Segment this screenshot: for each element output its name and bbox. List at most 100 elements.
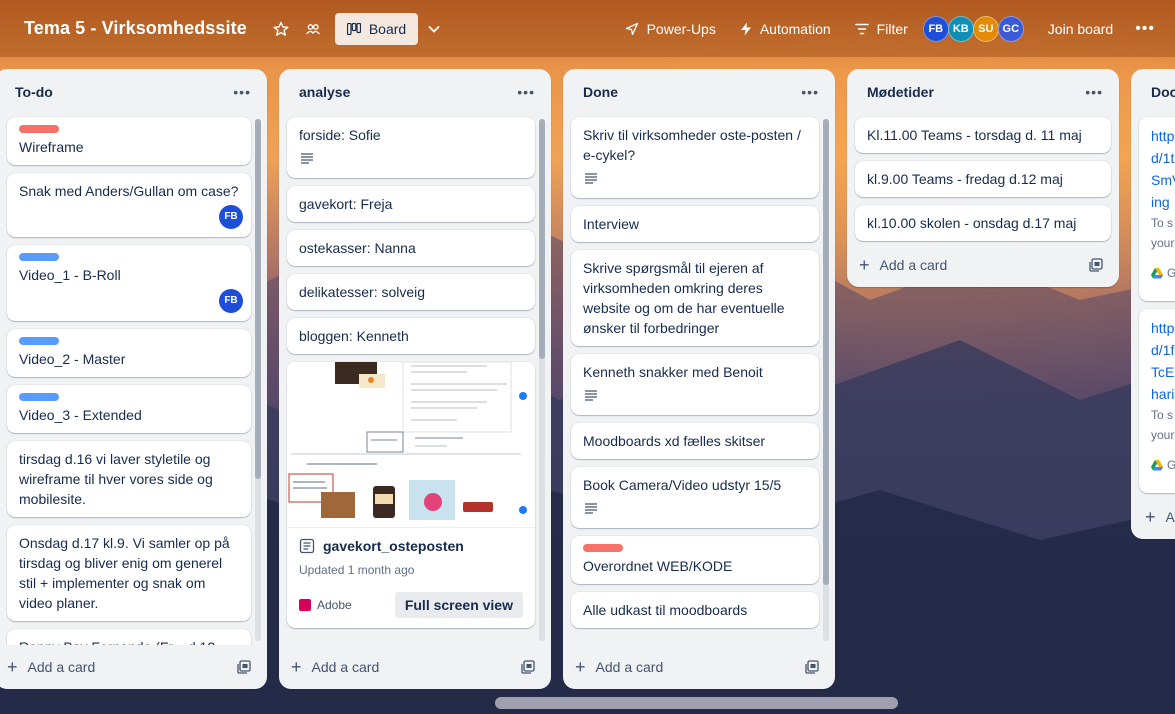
chevron-down-icon[interactable] [418,13,450,45]
avatar[interactable]: KB [947,15,974,42]
attachment-updated: Updated 1 month ago [299,563,415,577]
list-item[interactable]: Video_3 - Extended [7,385,251,433]
filter-button[interactable]: Filter [843,13,920,45]
list-item[interactable]: Skriv til virksomheder oste-posten / e-c… [571,117,819,198]
list-item[interactable]: http d/1f TcE hari To s your G [1139,309,1175,493]
doc-link[interactable]: http [1151,125,1175,147]
doc-link[interactable]: d/1f [1151,339,1175,361]
list-item[interactable]: Book Camera/Video udstyr 15/5 [571,467,819,528]
board-view-icon [346,22,361,35]
list-header: To-do ••• [0,69,267,115]
list-title[interactable]: Mødetider [867,84,934,100]
list-item[interactable]: Skrive spørgsmål til ejeren af virksomhe… [571,250,819,346]
add-card-button[interactable]: + Add a card [859,255,947,276]
list-item[interactable]: Ronny Bay Fernando (Fr... d 12 [7,629,251,645]
card-list: http d/1t SmV ing To s your G http d/1f … [1131,115,1175,495]
list-item[interactable]: Overordnet WEB/KODE [571,536,819,584]
doc-source: G [1151,263,1175,283]
list-menu-icon[interactable]: ••• [233,84,251,100]
full-screen-view-button[interactable]: Full screen view [394,592,523,618]
card-title: Kenneth snakker med Benoit [583,364,763,380]
list-item[interactable]: gavekort: Freja [287,186,535,222]
list-item[interactable]: bloggen: Kenneth [287,318,535,354]
workspace-visibility-icon[interactable] [297,13,329,45]
card-template-icon[interactable] [521,660,535,674]
list-item[interactable]: kl.9.00 Teams - fredag d.12 maj [855,161,1111,197]
list-item[interactable]: Interview [571,206,819,242]
list-footer: + A [1131,495,1175,539]
add-card-button[interactable]: + A [1145,507,1175,528]
list-item[interactable]: Onsdag d.17 kl.9. Vi samler op på tirsda… [7,525,251,621]
list-item[interactable]: Video_1 - B-Roll FB [7,245,251,321]
list-item[interactable]: Wireframe [7,117,251,165]
attachment-preview [287,362,535,528]
list-menu-icon[interactable]: ••• [517,84,535,100]
add-card-button[interactable]: + Add a card [291,657,379,678]
card-title: Overordnet WEB/KODE [583,558,733,574]
join-board-button[interactable]: Join board [1034,21,1127,37]
more-menu-icon[interactable]: ••• [1127,20,1163,38]
doc-link[interactable]: hari [1151,383,1175,405]
list-item[interactable]: Moodboards xd fælles skitser [571,423,819,459]
add-card-button[interactable]: + Add a card [7,657,95,678]
card-title: delikatesser: solveig [299,284,426,300]
scrollbar[interactable] [255,119,261,641]
list-item[interactable]: ostekasser: Nanna [287,230,535,266]
board-view-button[interactable]: Board [334,12,419,45]
list-header: analyse ••• [279,69,551,115]
add-card-button[interactable]: + Add a card [575,657,663,678]
attachment-card[interactable]: gavekort_osteposten Updated 1 month ago … [287,362,535,628]
list-item[interactable]: http d/1t SmV ing To s your G [1139,117,1175,301]
avatar[interactable]: GC [997,15,1024,42]
avatar[interactable]: FB [219,289,243,313]
attachment-title[interactable]: gavekort_osteposten [323,536,464,556]
list-item[interactable]: kl.10.00 skolen - onsdag d.17 maj [855,205,1111,241]
plus-icon: + [1145,506,1156,527]
card-template-icon[interactable] [1089,258,1103,272]
card-template-icon[interactable] [237,660,251,674]
card-title: Ronny Bay Fernando (Fr... d 12 [19,637,239,645]
list-item[interactable]: delikatesser: solveig [287,274,535,310]
automation-button[interactable]: Automation [728,13,843,45]
list-title[interactable]: Done [583,84,618,100]
list-item[interactable]: forside: Sofie [287,117,535,178]
avatar[interactable]: FB [922,15,949,42]
doc-link[interactable]: SmV [1151,169,1175,191]
card-title: Interview [583,216,640,232]
avatar[interactable]: SU [972,15,999,42]
google-drive-icon [1151,459,1163,470]
scrollbar[interactable] [823,119,829,641]
filter-label: Filter [876,20,908,37]
list-item[interactable]: Alle udkast til moodboards [571,592,819,628]
card-title: Snak med Anders/Gullan om case? [19,183,239,199]
list-title[interactable]: Doc [1151,84,1175,100]
list-menu-icon[interactable]: ••• [801,84,819,100]
list-footer: + Add a card [563,645,835,689]
list-item[interactable]: Kl.11.00 Teams - torsdag d. 11 maj [855,117,1111,153]
doc-link[interactable]: TcE [1151,361,1175,383]
avatar[interactable]: FB [219,205,243,229]
horizontal-scrollbar[interactable] [495,697,898,709]
list-menu-icon[interactable]: ••• [1085,84,1103,100]
board-members: FB KB SU GC [922,15,1024,42]
card-label [19,253,59,261]
list-item[interactable]: Snak med Anders/Gullan om case? FB [7,173,251,237]
doc-link[interactable]: d/1t [1151,147,1175,169]
doc-description: To s [1151,408,1174,422]
list-item[interactable]: Video_2 - Master [7,329,251,377]
add-card-label: Add a card [879,257,948,273]
board-title[interactable]: Tema 5 - Virksomhedssite [24,18,247,39]
list-title[interactable]: To-do [15,84,53,100]
star-icon[interactable] [265,13,297,45]
attachment-title-row: gavekort_osteposten [299,536,523,556]
doc-link[interactable]: http [1151,317,1175,339]
plus-icon: + [291,656,302,677]
card-template-icon[interactable] [805,660,819,674]
list-item[interactable]: tirsdag d.16 vi laver styletile og wiref… [7,441,251,517]
doc-link[interactable]: ing [1151,191,1175,213]
scrollbar[interactable] [539,119,545,641]
list-title[interactable]: analyse [299,84,350,100]
list-item[interactable]: Kenneth snakker med Benoit [571,354,819,415]
powerups-button[interactable]: Power-Ups [613,13,728,45]
list-header: Doc [1131,69,1175,115]
